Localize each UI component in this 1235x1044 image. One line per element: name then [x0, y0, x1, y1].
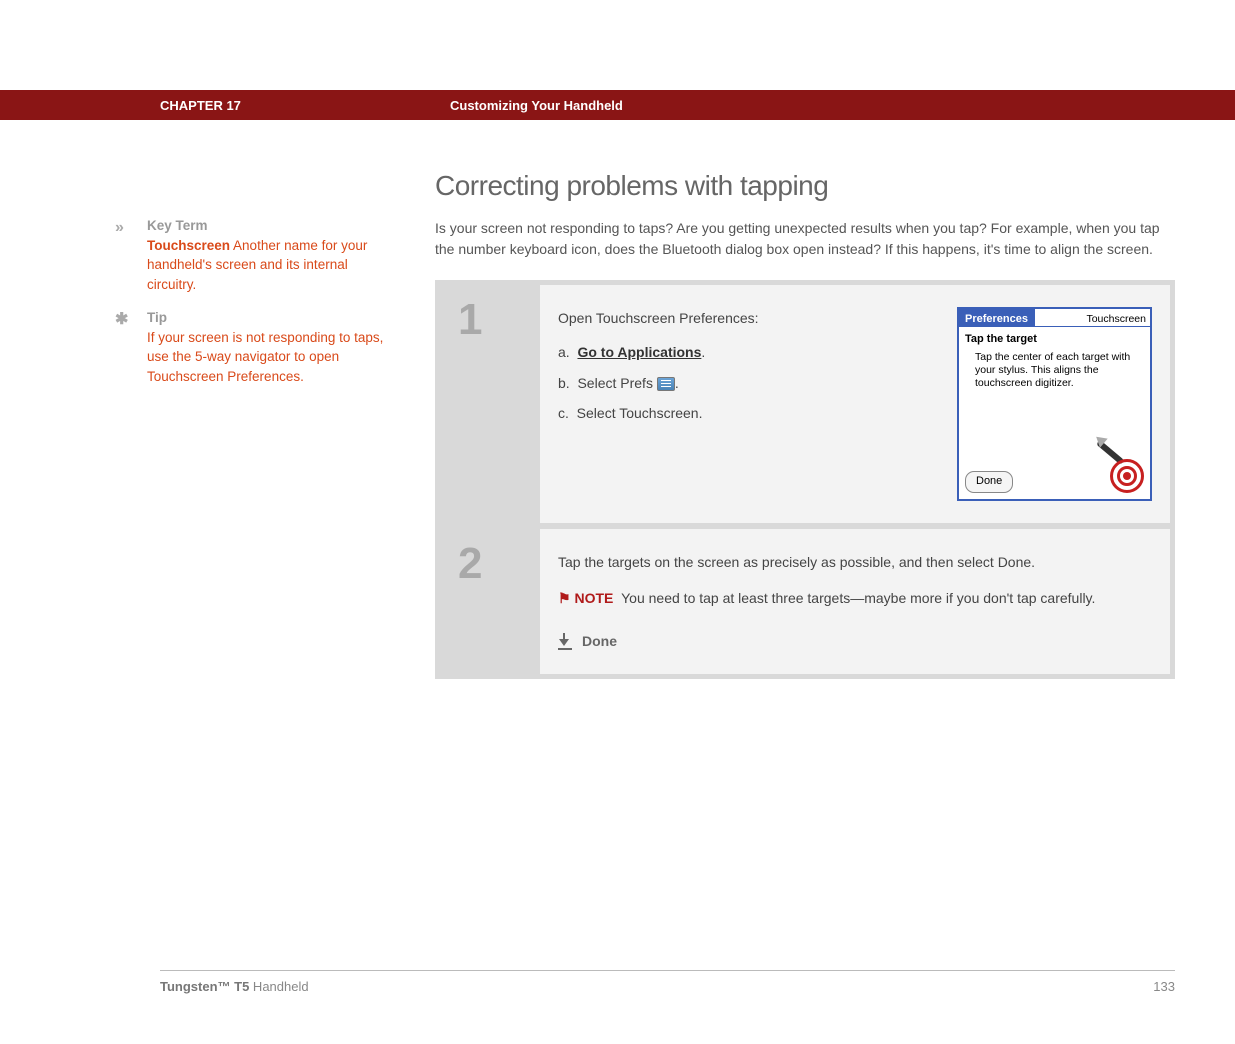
tip-text: If your screen is not responding to taps…: [147, 328, 395, 387]
chapter-header: CHAPTER 17 Customizing Your Handheld: [0, 90, 1235, 120]
done-label: Done: [582, 630, 617, 652]
page-footer: Tungsten™ T5 Handheld 133: [160, 970, 1175, 994]
target-graphic: [1096, 443, 1144, 493]
main-content: Correcting problems with tapping Is your…: [435, 170, 1175, 679]
tip-block: ✱ Tip If your screen is not responding t…: [115, 308, 395, 386]
page-heading: Correcting problems with tapping: [435, 170, 1175, 202]
keyterm-text-line: Touchscreen Another name for your handhe…: [147, 236, 395, 295]
palm-done-button: Done: [965, 471, 1013, 493]
substep-a: a. Go to Applications.: [558, 341, 937, 363]
chapter-title: Customizing Your Handheld: [450, 98, 623, 113]
done-row: Done: [558, 630, 1152, 652]
palm-titlebar: Preferences Touchscreen: [959, 309, 1150, 327]
step-1-substeps: a. Go to Applications. b. Select Prefs .…: [558, 341, 937, 424]
keyterm-label: Key Term: [147, 216, 395, 236]
tip-icon: ✱: [115, 308, 147, 386]
prefs-app-icon: [657, 377, 675, 391]
keyterm-icon: »: [115, 216, 147, 294]
palm-preferences-screenshot: Preferences Touchscreen Tap the target T…: [957, 307, 1152, 501]
palm-tab-preferences: Preferences: [959, 309, 1035, 326]
step-2-text: Tap the targets on the screen as precise…: [558, 551, 1152, 652]
palm-body-text: Tap the center of each target with your …: [965, 351, 1144, 390]
keyterm-block: » Key Term Touchscreen Another name for …: [115, 216, 395, 294]
step-2-body: Tap the targets on the screen as precise…: [540, 529, 1170, 674]
step-1-text: Open Touchscreen Preferences: a. Go to A…: [558, 307, 937, 501]
substep-c: c. Select Touchscreen.: [558, 402, 937, 424]
chapter-label: CHAPTER 17: [160, 98, 450, 113]
keyterm-term: Touchscreen: [147, 238, 230, 253]
done-arrow-icon: [558, 634, 572, 648]
keyterm-body: Key Term Touchscreen Another name for yo…: [147, 216, 395, 294]
page-body: » Key Term Touchscreen Another name for …: [0, 120, 1235, 679]
note-label: NOTE: [574, 590, 613, 606]
step-1-body: Open Touchscreen Preferences: a. Go to A…: [540, 285, 1170, 523]
palm-body: Tap the target Tap the center of each ta…: [959, 327, 1150, 394]
palm-body-title: Tap the target: [965, 331, 1144, 349]
tip-label: Tip: [147, 308, 395, 328]
tip-body: Tip If your screen is not responding to …: [147, 308, 395, 386]
product-name: Tungsten™ T5 Handheld: [160, 979, 309, 994]
step-2-lead: Tap the targets on the screen as precise…: [558, 551, 1152, 573]
step-2-number: 2: [440, 529, 540, 674]
substep-b: b. Select Prefs .: [558, 372, 937, 394]
go-to-applications-link[interactable]: Go to Applications: [577, 344, 701, 360]
sidebar: » Key Term Touchscreen Another name for …: [115, 170, 395, 679]
step-1: 1 Open Touchscreen Preferences: a. Go to…: [440, 285, 1170, 523]
note-text: You need to tap at least three targets—m…: [621, 590, 1095, 606]
page-number: 133: [1153, 979, 1175, 994]
target-icon: [1110, 459, 1144, 493]
step-2: 2 Tap the targets on the screen as preci…: [440, 529, 1170, 674]
note-flag-icon: ⚑: [558, 590, 574, 606]
step-1-lead: Open Touchscreen Preferences:: [558, 307, 937, 329]
note-row: ⚑ NOTE You need to tap at least three ta…: [558, 587, 1152, 609]
step-1-number: 1: [440, 285, 540, 523]
palm-tab-right: Touchscreen: [1082, 309, 1150, 326]
steps-container: 1 Open Touchscreen Preferences: a. Go to…: [435, 280, 1175, 679]
intro-paragraph: Is your screen not responding to taps? A…: [435, 218, 1175, 260]
